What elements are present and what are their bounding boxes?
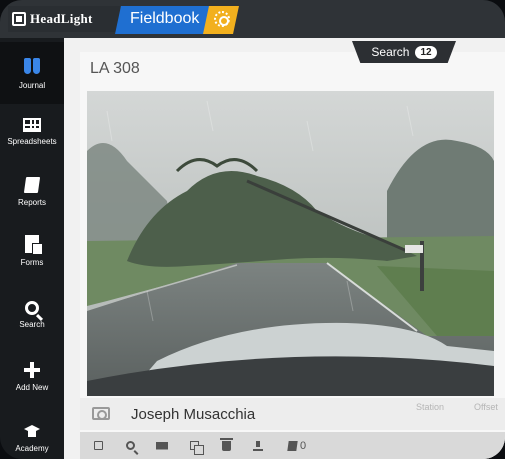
sidebar-item-spreadsheets[interactable]: Spreadsheets [0,101,64,163]
entry-photo[interactable] [87,91,494,396]
binoculars-icon [22,56,42,76]
entry-toolbar: 0 [80,432,505,459]
search-tab-label: Search [371,45,410,59]
duplicate-icon [189,441,204,455]
entry-author: Joseph Musacchia [131,406,256,423]
top-bar: HeadLight Fieldbook [0,0,505,38]
book-icon [23,177,41,193]
sidebar-item-label: Journal [18,81,46,90]
sidebar-item-search[interactable]: Search [0,284,64,346]
select-checkbox[interactable] [88,436,108,456]
notes-button[interactable]: 0 [280,436,314,456]
photo-image [87,91,494,396]
app-tab-label[interactable]: Fieldbook [130,10,199,28]
plus-icon [24,362,40,378]
gear-icon[interactable] [214,11,230,27]
sidebar-item-add-new[interactable]: Add New [0,346,64,408]
notes-icon [287,440,298,451]
email-button[interactable] [152,436,172,456]
sidebar: Journal Spreadsheets Reports Forms Searc… [0,38,64,459]
checkbox-icon [93,441,103,450]
sidebar-item-label: Academy [15,444,49,453]
graduation-cap-icon [22,425,42,439]
journal-entry-card: LA 308 Joseph Musacchia Station Offset 0 [80,52,505,459]
search-tab[interactable]: Search 12 [352,41,456,63]
zoom-icon [125,441,135,450]
email-icon [156,441,168,450]
download-icon [253,440,263,451]
notes-count: 0 [299,439,307,452]
search-icon [25,301,39,315]
headlight-logo[interactable]: HeadLight [8,6,120,32]
search-count-badge: 12 [415,45,437,59]
camera-icon[interactable] [92,407,110,420]
sidebar-item-journal[interactable]: Journal [0,42,64,104]
forms-icon [25,235,43,255]
download-button[interactable] [248,436,268,456]
grid-icon [23,118,41,132]
main-panel: LA 308 Joseph Musacchia Station Offset 0… [64,38,505,459]
sidebar-item-label: Add New [15,383,49,392]
sidebar-item-label: Reports [17,198,46,207]
entry-caption-row: Joseph Musacchia Station Offset [80,398,505,430]
zoom-button[interactable] [120,436,140,456]
duplicate-button[interactable] [184,436,204,456]
entry-title: LA 308 [90,60,140,77]
station-label: Station [416,402,445,412]
logo-mark-icon [12,12,26,26]
logo-text: HeadLight [30,11,93,26]
sidebar-item-label: Search [19,320,45,329]
sidebar-item-academy[interactable]: Academy [0,408,64,459]
offset-label: Offset [474,402,498,412]
trash-icon [219,437,233,451]
sidebar-item-reports[interactable]: Reports [0,161,64,223]
app-window: HeadLight Fieldbook Journal Spreadsheets… [0,0,505,459]
sidebar-item-forms[interactable]: Forms [0,220,64,282]
delete-button[interactable] [216,436,236,456]
sidebar-item-label: Forms [20,258,44,267]
sidebar-item-label: Spreadsheets [7,137,57,146]
